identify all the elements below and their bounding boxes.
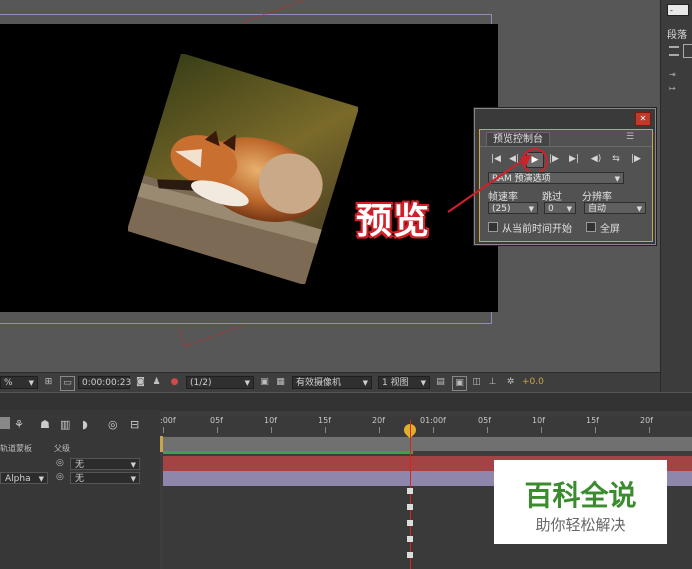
roi-icon[interactable]: ▣	[258, 376, 271, 389]
channel-icon[interactable]: ●	[168, 376, 181, 389]
fit-icon[interactable]: ⊞	[42, 376, 55, 389]
paragraph-panel: - 段落 ⇥ ↦	[660, 0, 692, 392]
skip-label: 跳过	[542, 192, 562, 203]
zoom-select[interactable]: % ▼	[0, 376, 38, 389]
resolution-value: 自动	[588, 204, 607, 214]
camera-select[interactable]: 有效摄像机 ▼	[292, 376, 372, 389]
exposure-icon[interactable]: ✲	[504, 376, 517, 389]
timeline-icon[interactable]: ◫	[470, 376, 483, 389]
views-select-value: 1 视图	[382, 378, 409, 388]
ruler-tick	[379, 427, 380, 433]
views-select[interactable]: 1 视图 ▼	[378, 376, 430, 389]
full-screen-label: 全屏	[600, 224, 620, 235]
transparency-grid-icon[interactable]: ▦	[274, 376, 287, 389]
ruler-tick	[433, 427, 434, 433]
column-header-track-matte: 轨道蒙板	[0, 444, 32, 453]
ruler-tick	[541, 427, 542, 433]
layer-1-parent-value: 无	[75, 460, 85, 470]
cache-indicator	[163, 451, 413, 454]
layer-2-parent-value: 无	[75, 474, 85, 484]
ruler-tick	[325, 427, 326, 433]
frame-blend-icon[interactable]: ▥	[60, 418, 70, 431]
ruler-label: 10f	[264, 416, 277, 425]
work-area-bar[interactable]	[163, 437, 692, 451]
from-current-time-label: 从当前时间开始	[502, 224, 572, 235]
ruler-label: :00f	[160, 416, 176, 425]
viewer-toolbar: % ▼ ⊞ ▭ 0:00:00:23 ◙ ♟ ● (1/2) ▼ ▣ ▦ 有效摄像机…	[0, 372, 660, 393]
exposure-value[interactable]: +0.0	[522, 377, 544, 387]
snapshot-icon[interactable]: ◙	[134, 376, 147, 389]
motion-blur-icon[interactable]: ◗	[82, 418, 88, 431]
ruler-label: 15f	[586, 416, 599, 425]
column-header-parent: 父级	[54, 444, 70, 453]
toggle-pixel-icon[interactable]: ▤	[434, 376, 447, 389]
ram-preview-button[interactable]: |▶	[628, 152, 644, 166]
ruler-label: 01:00f	[420, 416, 446, 425]
preview-callout-label: 预览	[356, 201, 431, 242]
ruler-tick	[163, 427, 164, 433]
fox-image[interactable]	[128, 54, 358, 284]
watermark-logo: 百科全说 助你轻松解决	[494, 460, 667, 544]
timecode-field[interactable]: 0:00:00:23	[78, 376, 131, 389]
ruler-tick	[649, 427, 650, 433]
timeline-top-divider	[0, 392, 692, 411]
parent-pick-whip-icon[interactable]: ◎	[56, 472, 64, 482]
paragraph-tab[interactable]: 段落	[667, 26, 687, 41]
indent-first-icon[interactable]: ↦	[669, 84, 676, 93]
show-snapshot-icon[interactable]: ♟	[150, 376, 163, 389]
callout-arrow	[447, 154, 532, 213]
ruler-label: 05f	[478, 416, 491, 425]
audio-button[interactable]: ◀)	[588, 152, 604, 166]
ruler-label: 20f	[640, 416, 653, 425]
layer-2-parent-select[interactable]: 无 ▼	[70, 472, 140, 484]
last-frame-button[interactable]: ▶|	[566, 152, 582, 166]
tab-divider	[480, 146, 652, 147]
flowchart-icon[interactable]: ⊥	[486, 376, 499, 389]
layer-outline	[0, 410, 160, 569]
layer-2-track-matte-select[interactable]: Alpha ▼	[0, 472, 48, 484]
skip-value: 0	[548, 204, 554, 214]
watermark-title: 百科全说	[524, 479, 637, 512]
resolution-select-value: (1/2)	[190, 378, 212, 388]
graph-editor-icon[interactable]: ◎	[108, 418, 118, 431]
ruler-tick	[217, 427, 218, 433]
ruler-label: 15f	[318, 416, 331, 425]
loop-button[interactable]: ⇆	[608, 152, 624, 166]
from-current-time-checkbox[interactable]	[488, 222, 498, 232]
camera-select-value: 有效摄像机	[296, 378, 342, 388]
ruler-tick	[271, 427, 272, 433]
ruler-label: 20f	[372, 416, 385, 425]
composition-mini-icon[interactable]	[0, 417, 10, 429]
layer-2-track-matte-value: Alpha	[5, 474, 31, 484]
time-ruler[interactable]: :00f 05f 10f 15f 20f 01:00f 05f 10f 15f …	[160, 416, 692, 436]
align-left-icon[interactable]	[669, 46, 679, 56]
keyframe-markers	[407, 488, 413, 568]
parent-pick-whip-icon[interactable]: ◎	[56, 458, 64, 468]
top-field[interactable]: -	[667, 4, 689, 16]
ruler-tick	[595, 427, 596, 433]
resolution-label: 分辨率	[582, 192, 612, 203]
skip-select[interactable]: 0 ▼	[544, 202, 576, 214]
watermark-subtitle: 助你轻松解决	[535, 516, 626, 534]
ruler-label: 05f	[210, 416, 223, 425]
mask-icon[interactable]: ▭	[60, 376, 75, 391]
tab-preview[interactable]: 预览控制台	[486, 132, 550, 147]
indent-left-icon[interactable]: ⇥	[669, 70, 676, 79]
shy-icon[interactable]: ☗	[40, 418, 50, 431]
brainstorm-icon[interactable]: ⊟	[130, 418, 139, 431]
fast-preview-icon[interactable]: ▣	[452, 376, 467, 391]
align-center-icon[interactable]	[683, 44, 692, 58]
next-frame-button[interactable]: |▶	[546, 152, 562, 166]
full-screen-checkbox[interactable]	[586, 222, 596, 232]
ruler-label: 10f	[532, 416, 545, 425]
draft-3d-icon[interactable]: ⚘	[14, 418, 24, 431]
zoom-value: %	[4, 378, 13, 388]
panel-menu-icon[interactable]: ☰	[626, 132, 634, 142]
ruler-tick	[487, 427, 488, 433]
layer-1-parent-select[interactable]: 无 ▼	[70, 458, 140, 470]
resolution-select[interactable]: 自动 ▼	[584, 202, 646, 214]
resolution-select[interactable]: (1/2) ▼	[186, 376, 254, 389]
close-icon[interactable]: ✕	[635, 112, 651, 126]
